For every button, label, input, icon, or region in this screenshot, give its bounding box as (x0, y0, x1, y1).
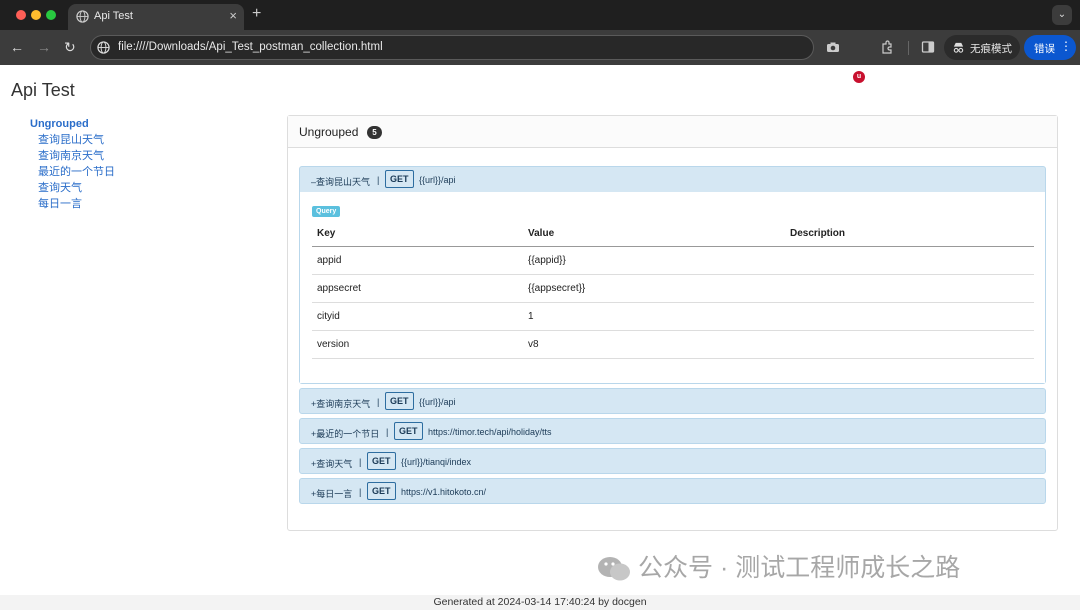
param-description (785, 274, 1034, 303)
close-window-button[interactable] (16, 10, 26, 20)
wechat-icon (598, 557, 630, 581)
request-title: +最近的一个节日 (311, 429, 380, 439)
incognito-label: 无痕模式 (970, 43, 1012, 55)
more-vert-icon: ⋮ (1060, 39, 1072, 53)
separator: | (386, 427, 389, 437)
separator: | (359, 457, 362, 467)
error-label: 错误 (1034, 43, 1055, 55)
watermark: 公众号 · 测试工程师成长之路 (596, 548, 960, 584)
param-description (785, 246, 1034, 275)
query-params-table: Key Value Description appid {{appid}} ap… (312, 222, 1034, 359)
incognito-icon (953, 42, 964, 53)
page-footer: Generated at 2024-03-14 17:40:24 by docg… (0, 595, 1080, 610)
maximize-window-button[interactable] (46, 10, 56, 20)
method-badge: GET (394, 422, 423, 440)
count-badge: 5 (367, 126, 382, 139)
globe-icon (76, 10, 89, 23)
panel-title: Ungrouped (299, 125, 359, 139)
sidebar-item[interactable]: 查询天气 (38, 180, 115, 196)
endpoint-text: {{url}}/api (419, 397, 456, 407)
request-header[interactable]: –查询昆山天气 | GET {{url}}/api (300, 167, 1045, 192)
sidebar-group-ungrouped[interactable]: Ungrouped (30, 116, 115, 132)
extensions-puzzle-icon[interactable] (880, 40, 894, 54)
param-key: version (312, 330, 523, 359)
tab-search-icon[interactable]: ⌄ (1052, 5, 1072, 25)
side-panel-icon[interactable] (921, 40, 935, 54)
endpoint-text: {{url}}/api (419, 175, 456, 185)
column-header: Key (312, 222, 523, 247)
watermark-text: 公众号 · 测试工程师成长之路 (638, 554, 961, 582)
param-value: {{appid}} (523, 246, 785, 275)
error-menu-button[interactable]: 错误 ⋮ (1024, 35, 1076, 60)
extension-icon[interactable]: u (853, 71, 865, 83)
request-card: –查询昆山天气 | GET {{url}}/api Query Key Valu… (299, 166, 1046, 384)
request-card[interactable]: +查询天气 | GET {{url}}/tianqi/index (299, 448, 1046, 474)
table-header-row: Key Value Description (312, 222, 1034, 247)
query-badge: Query (312, 206, 341, 217)
address-bar[interactable]: file:////Downloads/Api_Test_postman_coll… (90, 35, 814, 60)
camera-icon[interactable] (826, 40, 840, 54)
request-title: –查询昆山天气 (311, 177, 371, 187)
separator: | (377, 175, 380, 185)
forward-arrow-icon[interactable]: → (37, 39, 51, 55)
sidebar-item[interactable]: 查询昆山天气 (38, 132, 115, 148)
table-row: version v8 (312, 330, 1034, 359)
request-header[interactable]: +查询南京天气 | GET {{url}}/api (300, 389, 1045, 414)
method-badge: GET (367, 452, 396, 470)
request-header[interactable]: +每日一言 | GET https://v1.hitokoto.cn/ (300, 479, 1045, 504)
tab-title: Api Test (94, 10, 133, 22)
column-header: Description (785, 222, 1034, 247)
param-description (785, 302, 1034, 331)
site-info-icon[interactable] (97, 41, 110, 54)
browser-toolbar: ← → ↻ file:////Downloads/Api_Test_postma… (0, 30, 1080, 83)
request-body: Query Key Value Description appid {{appi… (300, 192, 1045, 383)
separator: | (359, 487, 362, 497)
request-header[interactable]: +查询天气 | GET {{url}}/tianqi/index (300, 449, 1045, 474)
panel-header: Ungrouped 5 (288, 116, 1057, 148)
request-card[interactable]: +最近的一个节日 | GET https://timor.tech/api/ho… (299, 418, 1046, 444)
table-row: cityid 1 (312, 302, 1034, 331)
sidebar-item[interactable]: 每日一言 (38, 196, 115, 212)
param-value: v8 (523, 330, 785, 359)
incognito-indicator[interactable]: 无痕模式 (944, 35, 1020, 60)
endpoint-text: {{url}}/tianqi/index (401, 457, 472, 467)
method-badge: GET (385, 170, 414, 188)
url-text[interactable]: file:////Downloads/Api_Test_postman_coll… (118, 41, 383, 53)
request-title: +每日一言 (311, 489, 353, 499)
sidebar-item[interactable]: 查询南京天气 (38, 148, 115, 164)
group-panel: Ungrouped 5 –查询昆山天气 | GET {{url}}/api Qu… (287, 115, 1058, 531)
browser-tab[interactable]: Api Test × (68, 4, 244, 30)
column-header: Value (523, 222, 785, 247)
close-tab-icon[interactable]: × (229, 8, 237, 23)
request-card[interactable]: +查询南京天气 | GET {{url}}/api (299, 388, 1046, 414)
separator: | (377, 397, 380, 407)
request-title: +查询天气 (311, 459, 353, 469)
table-row: appsecret {{appsecret}} (312, 274, 1034, 303)
request-title: +查询南京天气 (311, 399, 371, 409)
endpoint-text: https://v1.hitokoto.cn/ (401, 487, 487, 497)
param-key: appid (312, 246, 523, 275)
new-tab-button[interactable]: + (252, 5, 261, 23)
toolbar-divider (908, 41, 909, 55)
param-key: cityid (312, 302, 523, 331)
minimize-window-button[interactable] (31, 10, 41, 20)
param-key: appsecret (312, 274, 523, 303)
method-badge: GET (367, 482, 396, 500)
param-value: 1 (523, 302, 785, 331)
table-row: appid {{appid}} (312, 246, 1034, 275)
reload-icon[interactable]: ↻ (64, 39, 76, 55)
request-header[interactable]: +最近的一个节日 | GET https://timor.tech/api/ho… (300, 419, 1045, 444)
param-description (785, 330, 1034, 359)
endpoint-text: https://timor.tech/api/holiday/tts (428, 427, 552, 437)
sidebar-item[interactable]: 最近的一个节日 (38, 164, 115, 180)
browser-tabbar: Api Test × + ⌄ (0, 0, 1080, 30)
page-title: Api Test (11, 80, 75, 100)
back-arrow-icon[interactable]: ← (10, 39, 24, 55)
request-card[interactable]: +每日一言 | GET https://v1.hitokoto.cn/ (299, 478, 1046, 504)
param-value: {{appsecret}} (523, 274, 785, 303)
method-badge: GET (385, 392, 414, 410)
sidebar-nav: Ungrouped 查询昆山天气 查询南京天气 最近的一个节日 查询天气 每日一… (30, 116, 115, 212)
